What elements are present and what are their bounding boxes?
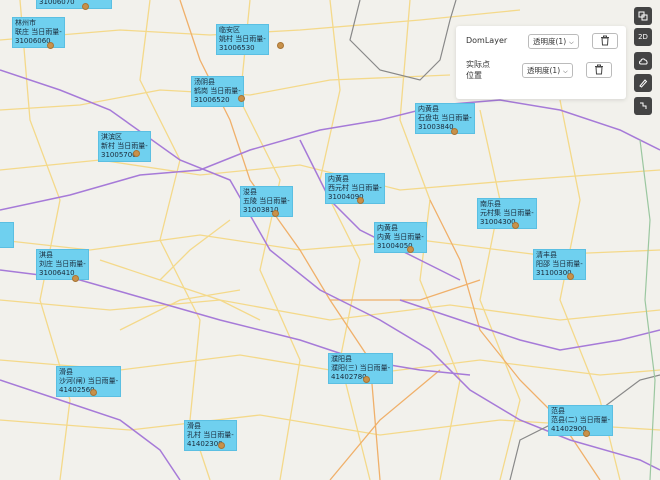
station-label[interactable]: 淇滨区 新村 当日雨量- 31005700 (98, 131, 151, 162)
station-label[interactable]: 清丰县 阳邵 当日雨量- 31100300 (533, 249, 586, 280)
station-marker[interactable] (47, 42, 54, 49)
station-marker[interactable] (272, 210, 279, 217)
chevron-down-icon: ⌵ (563, 68, 568, 75)
chevron-down-icon: ⌵ (569, 39, 574, 46)
measure-button[interactable] (634, 97, 652, 115)
station-label[interactable]: 范县 范县(二) 当日雨量- 41402900 (548, 405, 614, 436)
station-label[interactable]: 汤阴县 鹤岗 当日雨量- 31006520 (191, 76, 244, 107)
station-marker[interactable] (357, 197, 364, 204)
station-label[interactable]: 淇县 刘庄 当日雨量- 31006410 (36, 249, 89, 280)
station-marker[interactable] (567, 273, 574, 280)
station-label-partial[interactable] (0, 222, 14, 248)
station-label[interactable]: 滑县 沙河(闸) 当日雨量- 41402560 (56, 366, 122, 397)
station-label[interactable]: 浚县 五陵 当日雨量- 31003810 (240, 186, 293, 217)
delete-layer-button[interactable] (592, 33, 618, 49)
pen-icon (639, 79, 648, 88)
station-label[interactable]: 南乐县 元村集 当日雨量- 31004300 (477, 198, 537, 229)
view-2d-button[interactable]: 2D (634, 28, 652, 46)
layer-name: 实际点 位置 (466, 60, 490, 80)
station-label[interactable]: 林州市 联庄 当日雨量- 31006060 (12, 17, 65, 48)
station-label[interactable]: 内黄县 西元村 当日雨量- 31004090 (325, 173, 385, 204)
station-marker[interactable] (72, 275, 79, 282)
station-marker[interactable] (277, 42, 284, 49)
station-label[interactable]: 滑县 孔村 当日雨量- 41402300 (184, 420, 237, 451)
weather-button[interactable] (634, 52, 652, 70)
delete-layer-button[interactable] (586, 62, 612, 78)
layer-panel: DomLayer 透明度(1) ⌵ 实际点 位置 透明度(1) ⌵ (456, 26, 626, 99)
station-label[interactable]: 内黄县 内黄 当日雨量- 31004050 (374, 222, 427, 253)
opacity-select[interactable]: 透明度(1) ⌵ (522, 63, 573, 78)
station-label[interactable]: 临安区 姚村 当日雨量- 31006530 (216, 24, 269, 55)
station-marker[interactable] (238, 95, 245, 102)
layers-button[interactable] (634, 7, 652, 25)
opacity-select[interactable]: 透明度(1) ⌵ (528, 34, 579, 49)
draw-button[interactable] (634, 74, 652, 92)
station-marker[interactable] (133, 150, 140, 157)
cloud-icon (638, 58, 648, 65)
station-marker[interactable] (407, 246, 414, 253)
station-label[interactable]: 濮阳县 濮阳(三) 当日雨量- 41402780 (328, 353, 394, 384)
station-label[interactable]: 31006070 (36, 0, 112, 9)
station-marker[interactable] (218, 442, 225, 449)
trash-icon (601, 35, 609, 46)
station-marker[interactable] (363, 376, 370, 383)
station-marker[interactable] (451, 128, 458, 135)
station-marker[interactable] (583, 430, 590, 437)
station-label[interactable]: 内黄县 石盘屯 当日雨量- 31003840 (415, 103, 475, 134)
layer-name: DomLayer (466, 36, 508, 45)
ruler-icon (640, 102, 647, 109)
station-marker[interactable] (512, 222, 519, 229)
station-marker[interactable] (82, 3, 89, 10)
layers-icon (638, 11, 648, 21)
trash-icon (595, 64, 603, 75)
station-marker[interactable] (90, 389, 97, 396)
